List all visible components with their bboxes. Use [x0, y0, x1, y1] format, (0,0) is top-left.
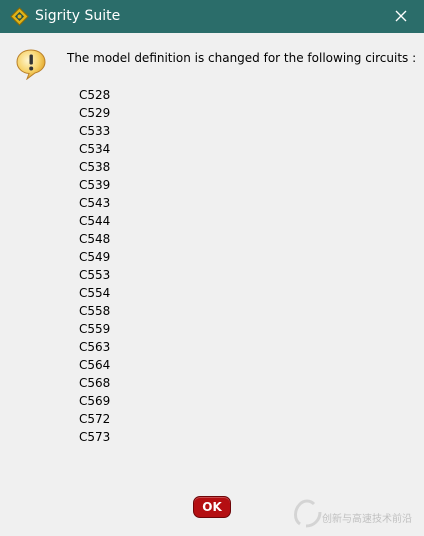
circuit-list: C528 C529 C533 C534 C538 C539 C543 C544 C548 C549… — [79, 86, 110, 446]
circuit-item: C528 — [79, 88, 111, 102]
circuit-item: C544 — [79, 214, 111, 228]
circuit-item: C539 — [79, 178, 111, 192]
circuit-item: C568 — [79, 376, 111, 390]
sigrity-app-icon — [10, 7, 29, 26]
circuit-item: C549 — [79, 250, 111, 264]
watermark-text: 创新与高速技术前沿 — [322, 514, 412, 525]
circuit-item: C573 — [79, 430, 111, 444]
window-title: Sigrity Suite — [35, 8, 121, 24]
circuit-item: C564 — [79, 358, 111, 372]
dialog-message: The model definition is changed for the … — [67, 51, 417, 65]
circuit-item: C572 — [79, 412, 111, 426]
circuit-item: C529 — [79, 106, 111, 120]
circuit-item: C534 — [79, 142, 111, 156]
circuit-item: C548 — [79, 232, 111, 246]
circuit-item: C569 — [79, 394, 111, 408]
circuit-item: C538 — [79, 160, 111, 174]
circuit-item: C559 — [79, 322, 111, 336]
circuit-item: C553 — [79, 268, 111, 282]
circuit-item: C558 — [79, 304, 111, 318]
circuit-item: C563 — [79, 340, 111, 354]
close-button[interactable] — [378, 0, 424, 33]
watermark: 创新与高速技术前沿 — [290, 494, 420, 534]
dialog-window: Sigrity Suite The model definition is ch… — [0, 0, 424, 536]
close-icon — [395, 10, 407, 22]
ok-button[interactable]: OK — [193, 496, 231, 518]
circuit-item: C533 — [79, 124, 111, 138]
circuit-item: C554 — [79, 286, 111, 300]
watermark-logo-icon — [294, 499, 322, 528]
circuit-item: C543 — [79, 196, 111, 210]
title-bar[interactable]: Sigrity Suite — [0, 0, 424, 33]
warning-icon — [15, 48, 47, 81]
